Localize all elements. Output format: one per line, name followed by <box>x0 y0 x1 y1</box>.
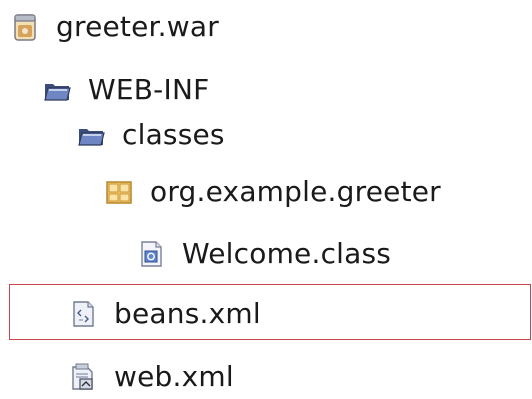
tree-node-web-xml[interactable]: web.xml <box>68 355 234 399</box>
class-file-icon <box>136 239 166 269</box>
tree-node-welcome-class[interactable]: Welcome.class <box>136 232 391 276</box>
package-icon <box>104 177 134 207</box>
tree-node-label: WEB-INF <box>88 73 210 106</box>
tree-node-label: org.example.greeter <box>150 175 441 208</box>
tree-node-label: Welcome.class <box>182 237 392 270</box>
tree-node-web-inf[interactable]: WEB-INF <box>42 68 209 112</box>
tree-node-label: web.xml <box>114 360 234 393</box>
tree-node-label: beans.xml <box>114 297 261 330</box>
tree-node-package[interactable]: org.example.greeter <box>104 170 441 214</box>
tree-node-beans-xml[interactable]: beans.xml <box>68 292 261 336</box>
tree-node-label: classes <box>122 118 225 151</box>
web-xml-file-icon <box>68 362 98 392</box>
xml-file-icon <box>68 299 98 329</box>
project-tree: greeter.war WEB-INF classes org.example.… <box>0 0 532 394</box>
open-folder-icon <box>76 120 106 150</box>
tree-node-classes[interactable]: classes <box>76 113 225 157</box>
open-folder-icon <box>42 75 72 105</box>
tree-node-greeter-war[interactable]: greeter.war <box>10 5 219 49</box>
tree-node-label: greeter.war <box>56 10 219 43</box>
war-archive-icon <box>10 12 40 42</box>
